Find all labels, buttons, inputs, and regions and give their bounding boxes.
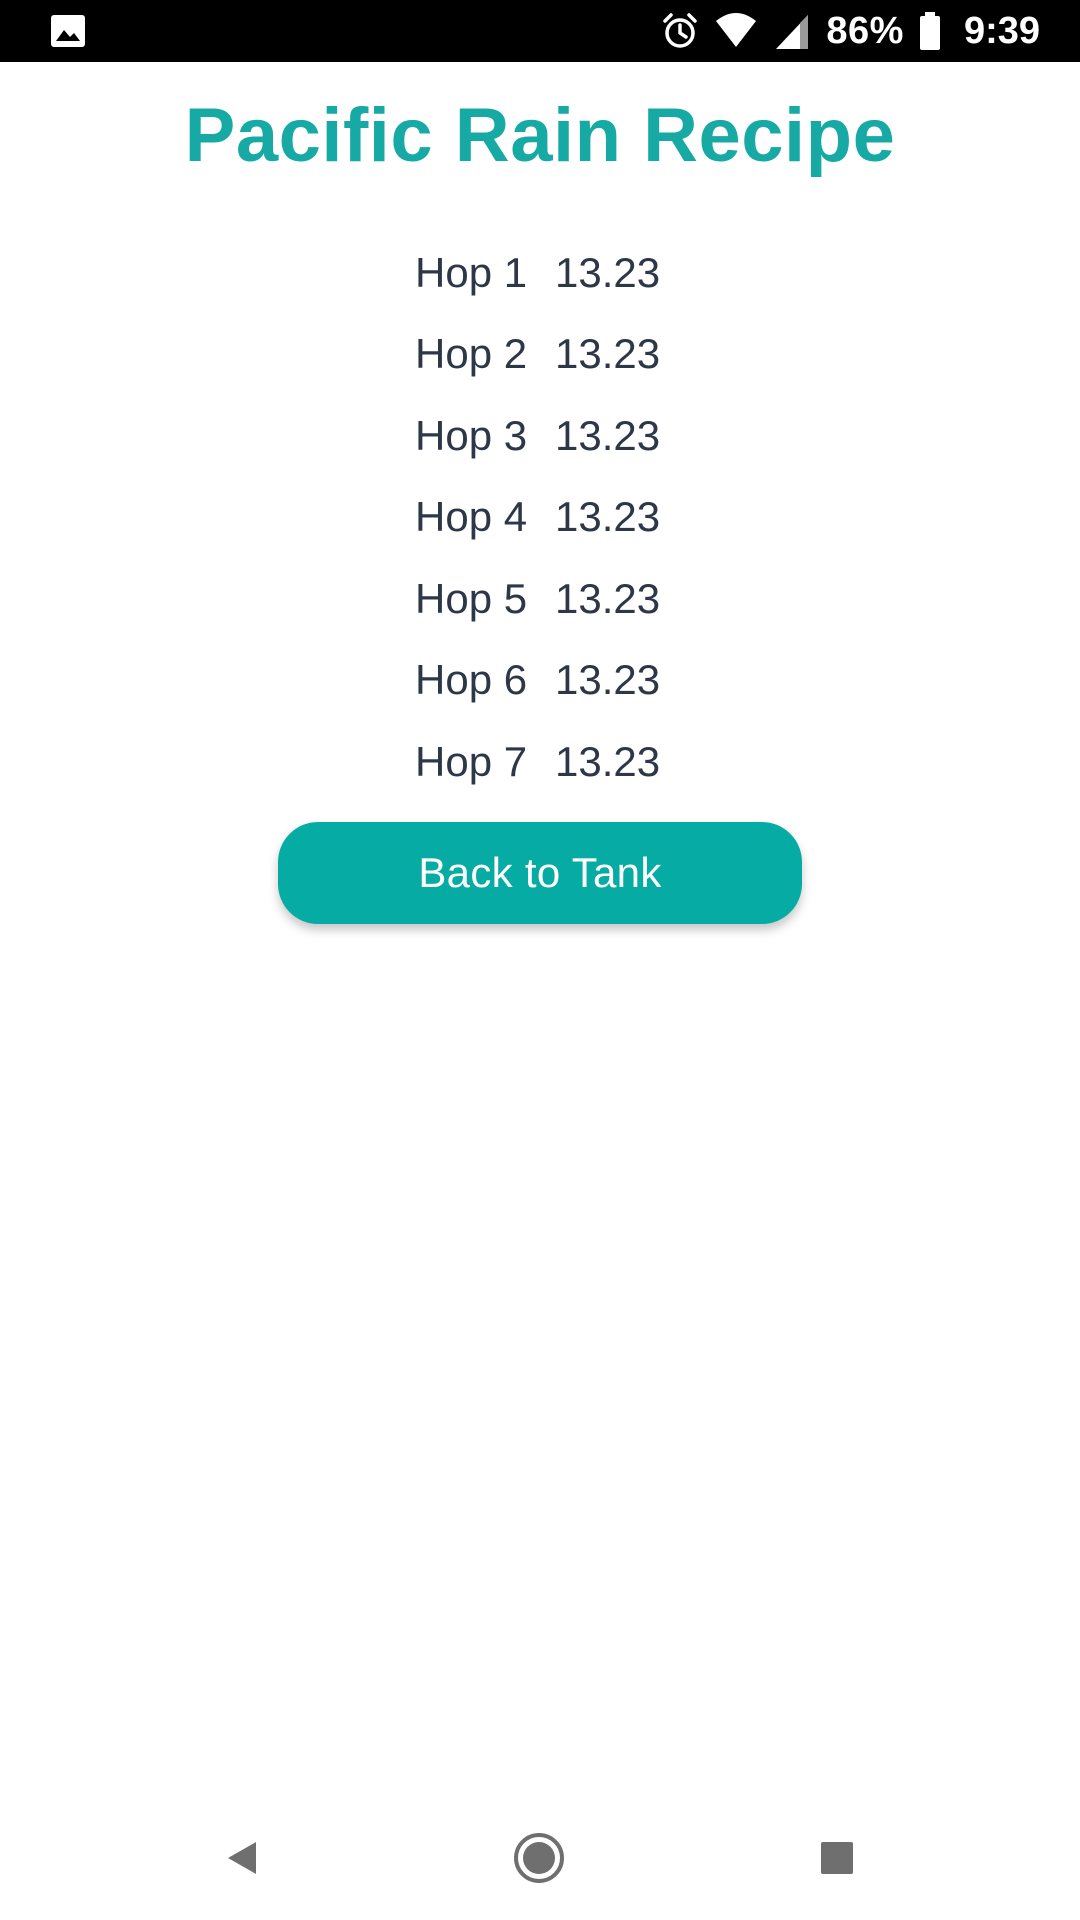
nav-home-button[interactable]: [499, 1818, 579, 1898]
nav-bar: [0, 1790, 1080, 1920]
hop-name: Hop 7: [415, 737, 528, 785]
home-circle-icon: [514, 1833, 564, 1883]
list-item: Hop 5 13.23: [0, 558, 1080, 640]
hop-name: Hop 2: [415, 330, 528, 378]
recents-square-icon: [821, 1842, 853, 1874]
back-to-tank-button[interactable]: Back to Tank: [278, 822, 802, 924]
signal-icon: [776, 15, 809, 49]
image-icon: [51, 15, 85, 47]
status-bar: 86% 9:39: [0, 0, 1080, 62]
battery-icon: [919, 12, 940, 50]
hop-name: Hop 6: [415, 656, 528, 704]
back-triangle-icon: [228, 1842, 256, 1874]
battery-percent: 86%: [826, 9, 904, 52]
nav-recents-button[interactable]: [797, 1818, 877, 1898]
alarm-icon: [663, 13, 698, 48]
hop-list: Hop 1 13.23 Hop 2 13.23 Hop 3 13.23 Hop …: [0, 232, 1080, 803]
list-item: Hop 3 13.23: [0, 395, 1080, 477]
nav-back-button[interactable]: [202, 1818, 282, 1898]
hop-name: Hop 4: [415, 493, 528, 541]
hop-value: 13.23: [555, 574, 661, 622]
hop-value: 13.23: [555, 493, 661, 541]
hop-value: 13.23: [555, 411, 661, 459]
hop-name: Hop 3: [415, 411, 528, 459]
hop-value: 13.23: [555, 330, 661, 378]
hop-name: Hop 1: [415, 248, 528, 296]
hop-value: 13.23: [555, 737, 661, 785]
list-item: Hop 4 13.23: [0, 477, 1080, 559]
list-item: Hop 2 13.23: [0, 314, 1080, 396]
list-item: Hop 6 13.23: [0, 640, 1080, 722]
hop-value: 13.23: [555, 248, 661, 296]
hop-value: 13.23: [555, 656, 661, 704]
wifi-icon: [716, 13, 757, 47]
clock-time: 9:39: [963, 9, 1040, 52]
page-title: Pacific Rain Recipe: [184, 93, 896, 178]
list-item: Hop 7 13.23: [0, 721, 1080, 803]
list-item: Hop 1 13.23: [0, 232, 1080, 314]
app-screen: 86% 9:39 Pacific Rain Recipe Hop 1 13.23…: [0, 0, 1080, 1920]
hop-name: Hop 5: [415, 574, 528, 622]
